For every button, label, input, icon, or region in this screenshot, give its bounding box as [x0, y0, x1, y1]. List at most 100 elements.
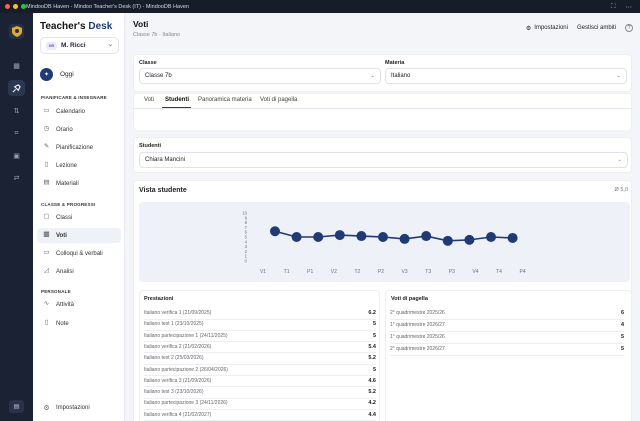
student-select[interactable]: Chiara Mancini ⌄ — [139, 152, 628, 168]
performance-value: 5 — [372, 332, 376, 339]
x-tick-label: T1 — [284, 269, 290, 275]
performance-value: 5.2 — [368, 389, 376, 396]
extension-icon[interactable]: ⛶ — [611, 3, 616, 11]
tab-panoramica[interactable]: Panoramica materia — [198, 97, 252, 103]
section-label-personal: PERSONALE — [41, 289, 71, 294]
data-point[interactable] — [378, 232, 388, 242]
report-grades-title: Voti di pagella — [391, 296, 428, 302]
sidebar-item-note[interactable]: ▯ Note — [37, 316, 121, 331]
calendar-icon: ▭ — [43, 107, 50, 115]
tab-voti-pagella[interactable]: Voti di pagella — [260, 97, 297, 103]
performance-label: Italiano test 1 (23/10/2025) — [144, 321, 204, 328]
chevron-down-icon: ⌄ — [617, 156, 622, 163]
report-grade-label: 1° quadrimestre 2025/26 — [390, 334, 445, 340]
gear-icon: ⚙ — [43, 404, 50, 412]
sidebar-item-calendario[interactable]: ▭ Calendario — [37, 104, 121, 119]
performance-row: Italiano test 1 (23/10/2025) 5 — [144, 319, 376, 329]
rail-panel-toggle-icon[interactable]: ▤ — [9, 400, 24, 413]
data-point[interactable] — [442, 235, 453, 246]
help-icon[interactable]: ? — [625, 24, 633, 32]
window-controls — [5, 4, 26, 9]
performance-label: Italiano partecipazione 1 (24/11/2025) — [144, 332, 228, 339]
subject-label: Materia — [385, 60, 405, 66]
subject-select[interactable]: Italiano ⌄ — [385, 68, 627, 84]
sidebar-settings[interactable]: ⚙ Impostazioni — [37, 400, 89, 415]
rail-transfer-icon[interactable]: ⇄ — [8, 170, 25, 186]
class-label: Classe — [139, 60, 157, 66]
x-tick-label: T3 — [425, 269, 431, 275]
performance-value: 4.4 — [368, 411, 376, 418]
rail-teaching-icon[interactable] — [8, 80, 25, 96]
title-bar: MindooDB Haven - Mindoo Teacher's Desk (… — [0, 0, 640, 13]
settings-button[interactable]: ⚙ Impostazioni — [526, 25, 568, 32]
performance-label: Italiano verifica 4 (21/02/2027) — [144, 411, 212, 418]
tab-studenti[interactable]: Studenti — [165, 97, 189, 103]
data-point[interactable] — [356, 231, 367, 242]
chat-icon: ▭ — [43, 249, 50, 257]
sidebar-item-pianificazione[interactable]: ✎ Pianificazione — [37, 140, 121, 155]
sidebar-item-orario[interactable]: ◷ Orario — [37, 122, 121, 137]
activity-icon: ∿ — [43, 300, 50, 308]
x-tick-label: P2 — [378, 269, 384, 275]
user-switcher[interactable]: MR M. Ricci ⌄ — [40, 37, 119, 54]
minimize-window-button[interactable] — [13, 4, 18, 9]
performance-row: Italiano partecipazione 1 (24/11/2025) 5 — [144, 331, 376, 341]
sidebar-item-analisi[interactable]: ◿ Analisi — [37, 264, 121, 279]
performance-label: Italiano test 3 (23/10/2026) — [144, 389, 204, 396]
performance-value: 6.2 — [368, 310, 376, 316]
student-label: Studenti — [139, 143, 161, 149]
sidebar-item-classi[interactable]: ▢ Classi — [37, 210, 121, 225]
page-subtitle: Classe 7b · Italiano — [133, 32, 181, 38]
sidebar-item-attivita[interactable]: ∿ Attività — [37, 297, 121, 312]
close-window-button[interactable] — [5, 4, 10, 9]
performance-value: 5 — [372, 321, 376, 328]
report-grade-row: 1° quadrimestre 2025/26 5 — [390, 332, 624, 342]
data-point[interactable] — [464, 234, 475, 245]
more-icon[interactable]: ⋯ — [626, 3, 633, 11]
report-grade-row: 1° quadrimestre 2026/27 4 — [390, 320, 624, 330]
data-point[interactable] — [421, 231, 432, 242]
rail-dashboard-icon[interactable]: ▦ — [8, 58, 25, 74]
sidebar-item-lezione[interactable]: ▯ Lezione — [37, 158, 121, 173]
y-tick-label: 0 — [245, 259, 248, 264]
rail-calendar-icon[interactable]: ▣ — [8, 148, 25, 164]
tab-voti[interactable]: Voti — [144, 97, 154, 103]
report-grade-value: 5 — [620, 334, 624, 340]
report-grade-label: 1° quadrimestre 2026/27 — [390, 322, 445, 328]
performance-row: Italiano verifica 1 (21/09/2025) 6.2 — [144, 308, 376, 318]
class-select[interactable]: Classe 7b ⌄ — [139, 68, 381, 84]
performance-value: 5.4 — [368, 343, 376, 350]
sidebar-item-materiali[interactable]: ▤ Materiali — [37, 176, 121, 191]
rail-sort-icon[interactable]: ⇅ — [8, 103, 25, 119]
data-point[interactable] — [399, 233, 410, 244]
report-grade-value: 6 — [620, 310, 624, 316]
brand-logo: Teacher's Desk — [40, 21, 113, 32]
x-tick-label: V1 — [260, 269, 266, 275]
section-label-classes: CLASSE & PROGRESSI — [41, 202, 96, 207]
data-point[interactable] — [313, 232, 324, 242]
report-grade-label: 2° quadrimestre 2025/26 — [390, 310, 445, 316]
planning-icon: ✎ — [43, 143, 50, 151]
x-tick-label: P1 — [307, 269, 313, 275]
manage-scopes-button[interactable]: Gestisci ambiti — [577, 25, 616, 31]
performance-label: Italiano test 2 (25/03/2026) — [144, 355, 204, 362]
data-point[interactable] — [486, 232, 496, 242]
tab-active-indicator — [162, 107, 191, 108]
performances-title: Prestazioni — [144, 296, 174, 302]
avatar: MR — [46, 41, 57, 50]
performance-label: Italiano partecipazione 3 (24/11/2026) — [144, 400, 228, 407]
data-point[interactable] — [291, 232, 302, 242]
data-point[interactable] — [270, 226, 280, 237]
sidebar-item-voti[interactable]: ▥ Voti — [37, 228, 121, 243]
compass-icon: ✦ — [40, 68, 53, 81]
rail-scan-icon[interactable]: ⌗ — [8, 125, 25, 141]
data-point[interactable] — [334, 230, 345, 241]
chevron-down-icon: ⌄ — [616, 72, 621, 79]
today-button[interactable]: ✦ Oggi — [40, 68, 74, 81]
series-line — [274, 230, 513, 242]
performance-row: Italiano partecipazione 2 (26/04/2026) 5 — [144, 365, 376, 375]
data-point[interactable] — [507, 232, 518, 243]
student-view-title: Vista studente — [139, 187, 187, 194]
sidebar-item-colloqui[interactable]: ▭ Colloqui & verbali — [37, 246, 121, 261]
performance-label: Italiano verifica 1 (21/09/2025) — [144, 310, 212, 316]
